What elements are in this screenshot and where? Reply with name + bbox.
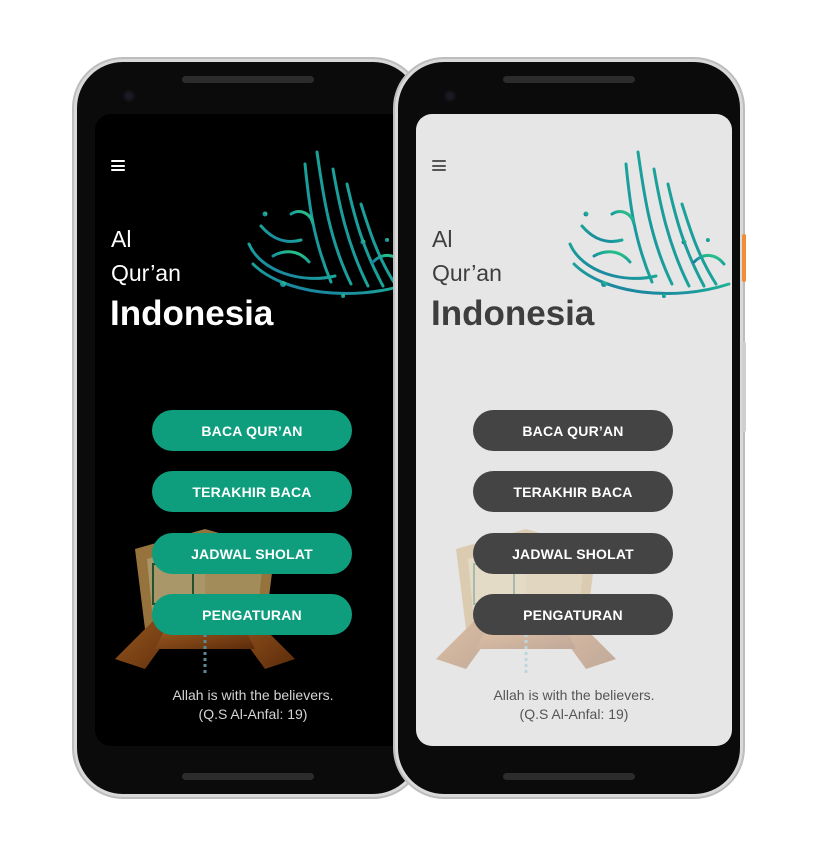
quote-source: (Q.S Al-Anfal: 19) (519, 706, 629, 722)
bismillah-calligraphy (564, 144, 732, 304)
hamburger-menu-icon[interactable] (432, 160, 446, 171)
last-read-button[interactable]: TERAKHIR BACA (152, 471, 352, 512)
home-screen-dark: Al Qur’an Indonesia BACA QUR’AN TERAKHIR… (95, 114, 411, 746)
power-button (742, 234, 746, 282)
volume-button (742, 342, 746, 432)
prayer-schedule-button[interactable]: JADWAL SHOLAT (152, 533, 352, 574)
front-camera (123, 90, 135, 102)
prayer-schedule-button[interactable]: JADWAL SHOLAT (473, 533, 673, 574)
read-quran-button[interactable]: BACA QUR’AN (152, 410, 352, 451)
bottom-speaker (503, 773, 635, 780)
quote-block: Allah is with the believers. (Q.S Al-Anf… (416, 686, 732, 724)
quote-block: Allah is with the believers. (Q.S Al-Anf… (95, 686, 411, 724)
phone-light: Al Qur’an Indonesia BACA QUR’AN TERAKHIR… (398, 62, 746, 794)
title-line-1: Al (432, 226, 453, 252)
front-camera (444, 90, 456, 102)
earpiece-speaker (182, 76, 314, 83)
settings-button[interactable]: PENGATURAN (473, 594, 673, 635)
read-quran-button[interactable]: BACA QUR’AN (473, 410, 673, 451)
title-line-2: Qur’an (432, 260, 502, 286)
bismillah-calligraphy (243, 144, 411, 304)
phone-dark: Al Qur’an Indonesia BACA QUR’AN TERAKHIR… (77, 62, 419, 794)
bottom-speaker (182, 773, 314, 780)
earpiece-speaker (503, 76, 635, 83)
quote-text: Allah is with the believers. (493, 687, 655, 703)
title-line-3: Indonesia (431, 294, 595, 333)
quote-text: Allah is with the believers. (172, 687, 334, 703)
quote-source: (Q.S Al-Anfal: 19) (198, 706, 308, 722)
home-screen-light: Al Qur’an Indonesia BACA QUR’AN TERAKHIR… (416, 114, 732, 746)
hamburger-menu-icon[interactable] (111, 160, 125, 171)
title-line-2: Qur’an (111, 260, 181, 286)
title-line-1: Al (111, 226, 132, 252)
last-read-button[interactable]: TERAKHIR BACA (473, 471, 673, 512)
settings-button[interactable]: PENGATURAN (152, 594, 352, 635)
title-line-3: Indonesia (110, 294, 274, 333)
